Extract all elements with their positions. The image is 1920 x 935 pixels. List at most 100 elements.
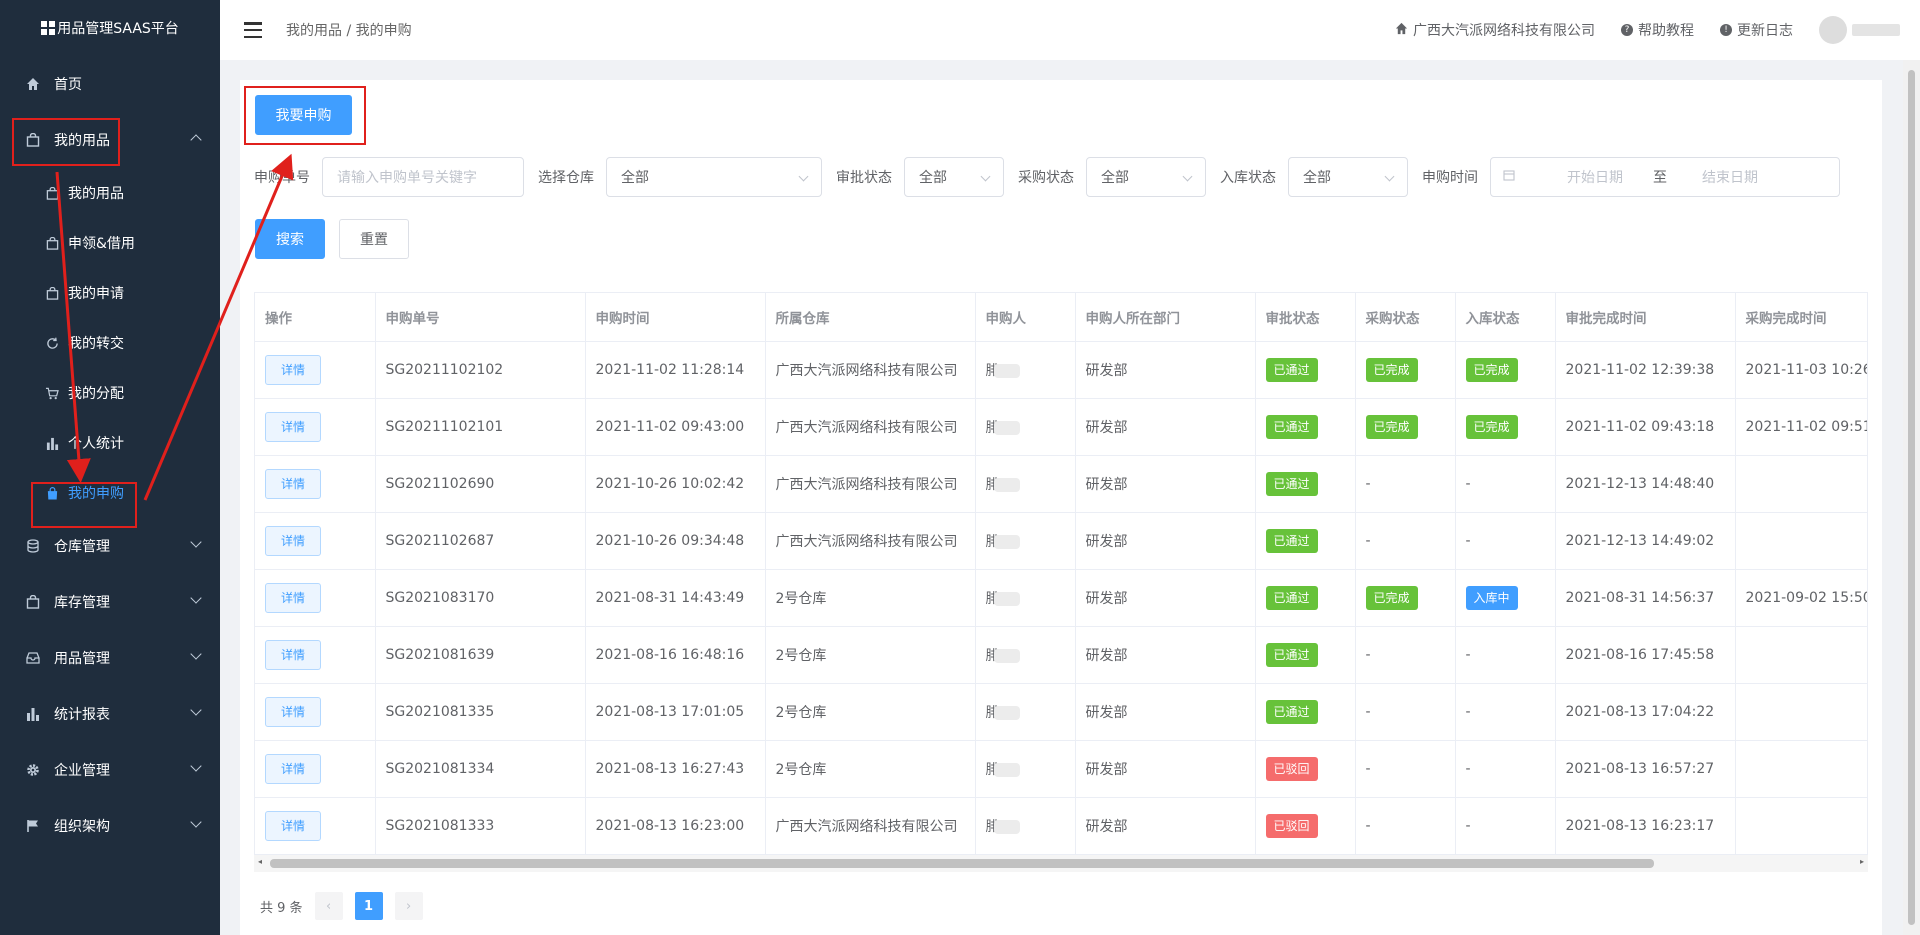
horizontal-scrollbar[interactable]: ◂ ▸ xyxy=(254,854,1868,872)
purchase-select[interactable]: 全部 xyxy=(1086,157,1206,197)
help-link[interactable]: ? 帮助教程 xyxy=(1621,20,1694,40)
scrollbar-thumb[interactable] xyxy=(1908,70,1915,925)
menu-label: 我的用品 xyxy=(54,133,110,149)
next-page-button[interactable]: › xyxy=(394,892,423,920)
bar-chart-icon xyxy=(44,437,60,450)
purchase-cell: 已完成 xyxy=(1355,341,1456,399)
stock-label: 入库状态 xyxy=(1220,170,1276,186)
search-button[interactable]: 搜索 xyxy=(255,219,325,259)
user-menu[interactable] xyxy=(1819,16,1900,44)
status-badge: 已完成 xyxy=(1365,357,1418,382)
menu-supplies[interactable]: 用品管理 xyxy=(0,630,220,686)
hamburger-icon[interactable] xyxy=(244,22,262,38)
sub-item-my-applications[interactable]: 我的申请 xyxy=(0,268,220,318)
menu-home[interactable]: 首页 xyxy=(0,56,220,112)
time-label: 申购时间 xyxy=(1422,170,1478,186)
prev-page-button[interactable]: ‹ xyxy=(314,892,343,920)
menu-my-supplies[interactable]: 我的用品 xyxy=(0,112,220,168)
bag-icon xyxy=(24,133,42,147)
range-separator: 至 xyxy=(1653,170,1667,186)
detail-button[interactable]: 详情 xyxy=(265,525,321,556)
table-row: 详情 SG20211102102 2021-11-02 11:28:14 广西大汽派网… xyxy=(255,341,1867,399)
dept-cell: 研发部 xyxy=(1075,398,1256,456)
menu-organization[interactable]: 组织架构 xyxy=(0,798,220,854)
person-cell: 腓 xyxy=(975,341,1076,399)
detail-button[interactable]: 详情 xyxy=(265,696,321,727)
detail-button[interactable]: 详情 xyxy=(265,411,321,442)
detail-button[interactable]: 详情 xyxy=(265,354,321,385)
sub-item-personal-stats[interactable]: 个人统计 xyxy=(0,418,220,468)
time-cell: 2021-11-02 11:28:14 xyxy=(585,341,766,399)
cart-icon xyxy=(44,387,60,400)
apply-purchase-button[interactable]: 我要申购 xyxy=(255,95,352,135)
approval-done-cell: 2021-12-13 14:48:40 xyxy=(1555,455,1736,513)
sub-item-claim-borrow[interactable]: 申领&借用 xyxy=(0,218,220,268)
approval-select[interactable]: 全部 xyxy=(904,157,1004,197)
breadcrumb: 我的用品 / 我的申购 xyxy=(286,23,412,39)
detail-button[interactable]: 详情 xyxy=(265,810,321,841)
time-cell: 2021-10-26 09:34:48 xyxy=(585,512,766,570)
approval-cell: 已通过 xyxy=(1255,341,1356,399)
empty-cell: - xyxy=(1465,532,1471,549)
purchase-done-cell: 2021-11-03 10:26: xyxy=(1735,341,1867,399)
sub-item-my-supplies[interactable]: 我的用品 xyxy=(0,168,220,218)
status-badge: 已通过 xyxy=(1265,585,1318,610)
blurred-name xyxy=(993,420,1020,435)
order-no-input[interactable]: 请输入申购单号关键字 xyxy=(322,157,524,197)
app-logo[interactable]: 用品管理SAAS平台 xyxy=(0,0,220,56)
start-date-placeholder[interactable]: 开始日期 xyxy=(1555,167,1635,187)
bar-chart-icon xyxy=(24,707,42,721)
dept-cell: 研发部 xyxy=(1075,512,1256,570)
detail-button[interactable]: 详情 xyxy=(265,639,321,670)
column-header: 采购完成时间 xyxy=(1735,293,1867,342)
table-row: 详情 SG2021102687 2021-10-26 09:34:48 广西大汽派网络… xyxy=(255,512,1867,570)
empty-cell: - xyxy=(1365,703,1371,720)
order-no-placeholder: 请输入申购单号关键字 xyxy=(337,170,477,186)
person-cell: 腓 xyxy=(975,740,1076,798)
vertical-scrollbar[interactable] xyxy=(1903,60,1920,935)
purchase-done-cell: 2021-11-02 09:51: xyxy=(1735,398,1867,456)
sub-item-my-purchases[interactable]: 我的申购 xyxy=(0,468,220,518)
approval-cell: 已通过 xyxy=(1255,398,1356,456)
menu-warehouse[interactable]: 仓库管理 xyxy=(0,518,220,574)
menu-enterprise[interactable]: 企业管理 xyxy=(0,742,220,798)
dept-cell: 研发部 xyxy=(1075,797,1256,855)
page-number[interactable]: 1 xyxy=(354,892,383,920)
order-no-cell: SG2021083170 xyxy=(375,569,586,627)
dept-cell: 研发部 xyxy=(1075,740,1256,798)
end-date-placeholder[interactable]: 结束日期 xyxy=(1685,167,1775,187)
stock-cell: - xyxy=(1455,626,1556,684)
status-badge: 已完成 xyxy=(1365,414,1418,439)
menu-inventory[interactable]: 库存管理 xyxy=(0,574,220,630)
detail-button[interactable]: 详情 xyxy=(265,582,321,613)
menu-reports[interactable]: 统计报表 xyxy=(0,686,220,742)
approval-cell: 已通过 xyxy=(1255,512,1356,570)
reset-button[interactable]: 重置 xyxy=(339,219,409,259)
warehouse-select[interactable]: 全部 xyxy=(606,157,822,197)
detail-button[interactable]: 详情 xyxy=(265,468,321,499)
scrollbar-thumb[interactable] xyxy=(270,859,1654,868)
person-cell: 腓 xyxy=(975,512,1076,570)
bag-icon xyxy=(44,186,60,200)
approval-cell: 已驳回 xyxy=(1255,740,1356,798)
date-range-picker[interactable]: 开始日期 至 结束日期 xyxy=(1490,157,1840,197)
purchase-done-cell xyxy=(1735,797,1867,855)
sub-item-my-transfers[interactable]: 我的转交 xyxy=(0,318,220,368)
order-no-cell: SG2021102690 xyxy=(375,455,586,513)
chevron-down-icon xyxy=(190,704,202,716)
filter-bar: 申购单号 请输入申购单号关键字 选择仓库 全部 审批状态 全部 采购状态 全部 … xyxy=(254,157,1840,197)
person-cell: 腓 xyxy=(975,626,1076,684)
sub-item-my-allocations[interactable]: 我的分配 xyxy=(0,368,220,418)
approval-cell: 已通过 xyxy=(1255,569,1356,627)
stock-select[interactable]: 全部 xyxy=(1288,157,1408,197)
status-badge: 已驳回 xyxy=(1265,813,1318,838)
detail-button[interactable]: 详情 xyxy=(265,753,321,784)
changelog-link[interactable]: ! 更新日志 xyxy=(1720,20,1793,40)
column-header: 所属仓库 xyxy=(765,293,976,342)
grid-icon xyxy=(41,21,56,35)
company-link[interactable]: 广西大汽派网络科技有限公司 xyxy=(1395,20,1595,40)
blurred-name xyxy=(993,762,1020,777)
scroll-right-icon[interactable]: ▸ xyxy=(1860,857,1864,866)
dept-cell: 研发部 xyxy=(1075,683,1256,741)
scroll-left-icon[interactable]: ◂ xyxy=(258,857,262,866)
